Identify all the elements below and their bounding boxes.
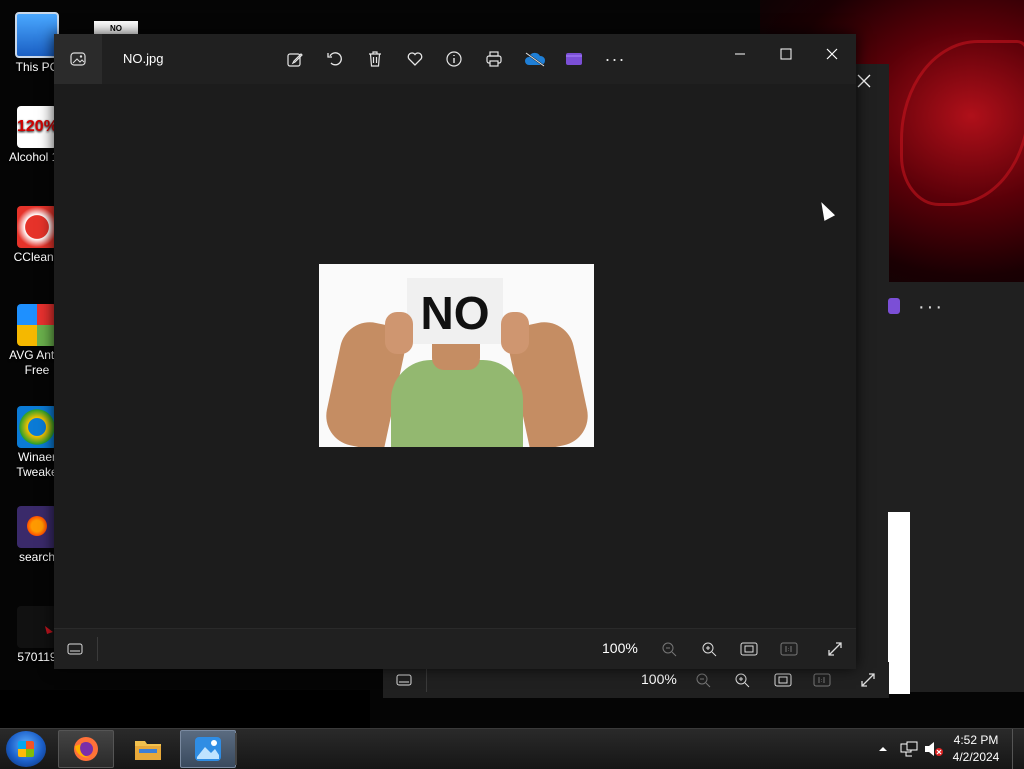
print-button[interactable]: [480, 45, 508, 73]
print-icon: [486, 51, 502, 67]
zoom-out-icon: [696, 673, 711, 688]
onedrive-icon: [525, 52, 546, 67]
taskbar-clock[interactable]: 4:52 PM 4/2/2024: [946, 732, 1006, 766]
volume-muted-icon: [925, 742, 943, 756]
actual-size-icon: [813, 673, 831, 687]
photo-hand: [501, 312, 529, 354]
photo-neck: [432, 344, 480, 370]
image-canvas[interactable]: NO: [54, 84, 856, 628]
firefox-search-icon: [17, 506, 57, 548]
clipchamp-button[interactable]: [560, 45, 588, 73]
fit-icon: [740, 642, 758, 656]
close-icon: [826, 48, 838, 60]
photo-sign-text: NO: [420, 287, 490, 339]
photo-image: NO: [319, 264, 594, 447]
taskbar-photos[interactable]: [180, 730, 236, 768]
close-icon: [857, 74, 871, 88]
maximize-button[interactable]: [766, 40, 806, 68]
minimize-button[interactable]: [720, 40, 760, 68]
zoom-level: 100%: [641, 671, 677, 687]
expand-icon: [861, 673, 875, 687]
computer-icon: [15, 12, 59, 58]
fit-icon: [774, 673, 792, 687]
zoom-in-icon: [702, 642, 717, 657]
volume-button[interactable]: [924, 729, 944, 769]
filmstrip-button[interactable]: [389, 666, 419, 694]
photo-shirt: [391, 360, 523, 447]
actual-size-button[interactable]: [774, 635, 804, 663]
network-button[interactable]: [900, 729, 918, 769]
actual-size-icon: [780, 642, 798, 656]
clipchamp-icon[interactable]: [888, 298, 900, 314]
viewer-footer: 100%: [54, 628, 856, 669]
clipchamp-icon: [566, 53, 582, 65]
zoom-out-icon: [662, 642, 677, 657]
filmstrip-icon: [396, 674, 412, 686]
chevron-up-icon: [879, 747, 887, 751]
delete-button[interactable]: [361, 45, 389, 73]
delete-icon: [369, 51, 381, 67]
photos-app-button[interactable]: [54, 34, 102, 84]
edit-icon: [287, 53, 303, 67]
actual-size-button[interactable]: [807, 666, 837, 694]
windows-logo-icon: [18, 741, 34, 757]
background-image-strip: [888, 512, 910, 694]
taskbar-divider: [235, 733, 237, 765]
minimize-icon: [735, 53, 745, 55]
divider: [426, 668, 427, 692]
expand-icon: [828, 642, 842, 656]
ccleaner-icon: [17, 206, 57, 248]
info-button[interactable]: [440, 45, 468, 73]
zoom-out-button[interactable]: [688, 666, 718, 694]
taskbar-file-explorer[interactable]: [120, 730, 176, 768]
divider: [97, 637, 98, 661]
rotate-button[interactable]: [321, 45, 349, 73]
network-icon: [900, 741, 918, 757]
more-button[interactable]: ···: [601, 45, 629, 73]
background-viewer-right: ···: [888, 282, 1024, 694]
maximize-icon: [780, 48, 792, 60]
start-button[interactable]: [6, 731, 46, 767]
photo-hand: [385, 312, 413, 354]
edit-button[interactable]: [281, 45, 309, 73]
file-icon: [17, 606, 57, 648]
close-button[interactable]: [812, 40, 852, 68]
clock-time: 4:52 PM: [953, 733, 999, 747]
photos-app-icon: [195, 737, 221, 761]
window-title: NO.jpg: [123, 51, 164, 66]
avg-icon: [17, 304, 57, 346]
fit-to-window-button[interactable]: [734, 635, 764, 663]
folder-icon: [135, 741, 161, 760]
fit-to-window-button[interactable]: [768, 666, 798, 694]
zoom-in-button[interactable]: [694, 635, 724, 663]
zoom-out-button[interactable]: [654, 635, 684, 663]
zoom-level: 100%: [602, 640, 638, 656]
tray-overflow-button[interactable]: [878, 729, 888, 769]
clock-date: 4/2/2024: [952, 750, 1000, 764]
firefox-icon: [74, 737, 98, 761]
favorite-icon: [407, 52, 423, 66]
zoom-in-icon: [735, 673, 750, 688]
fullscreen-button[interactable]: [853, 666, 883, 694]
show-desktop-button[interactable]: [1012, 729, 1024, 769]
title-bar: NO.jpg ···: [54, 34, 856, 84]
winaero-icon: [17, 406, 57, 448]
filmstrip-button[interactable]: [60, 635, 90, 663]
rotate-icon: [327, 52, 342, 66]
taskbar-firefox[interactable]: [58, 730, 114, 768]
info-icon: [446, 51, 462, 67]
favorite-button[interactable]: [401, 45, 429, 73]
more-icon[interactable]: ···: [918, 296, 944, 319]
photos-app-icon: [70, 52, 86, 66]
zoom-in-button[interactable]: [727, 666, 757, 694]
onedrive-button[interactable]: [521, 45, 549, 73]
alcohol-icon: 120%: [17, 106, 58, 148]
desktop-icons: This PC 120% Alcohol 12 CCleane AVG Anti…: [0, 0, 65, 700]
filmstrip-icon: [67, 643, 83, 655]
photos-viewer-window: NO.jpg ··· NO 100%: [54, 34, 856, 669]
fullscreen-button[interactable]: [820, 635, 850, 663]
taskbar: 4:52 PM 4/2/2024: [0, 728, 1024, 769]
